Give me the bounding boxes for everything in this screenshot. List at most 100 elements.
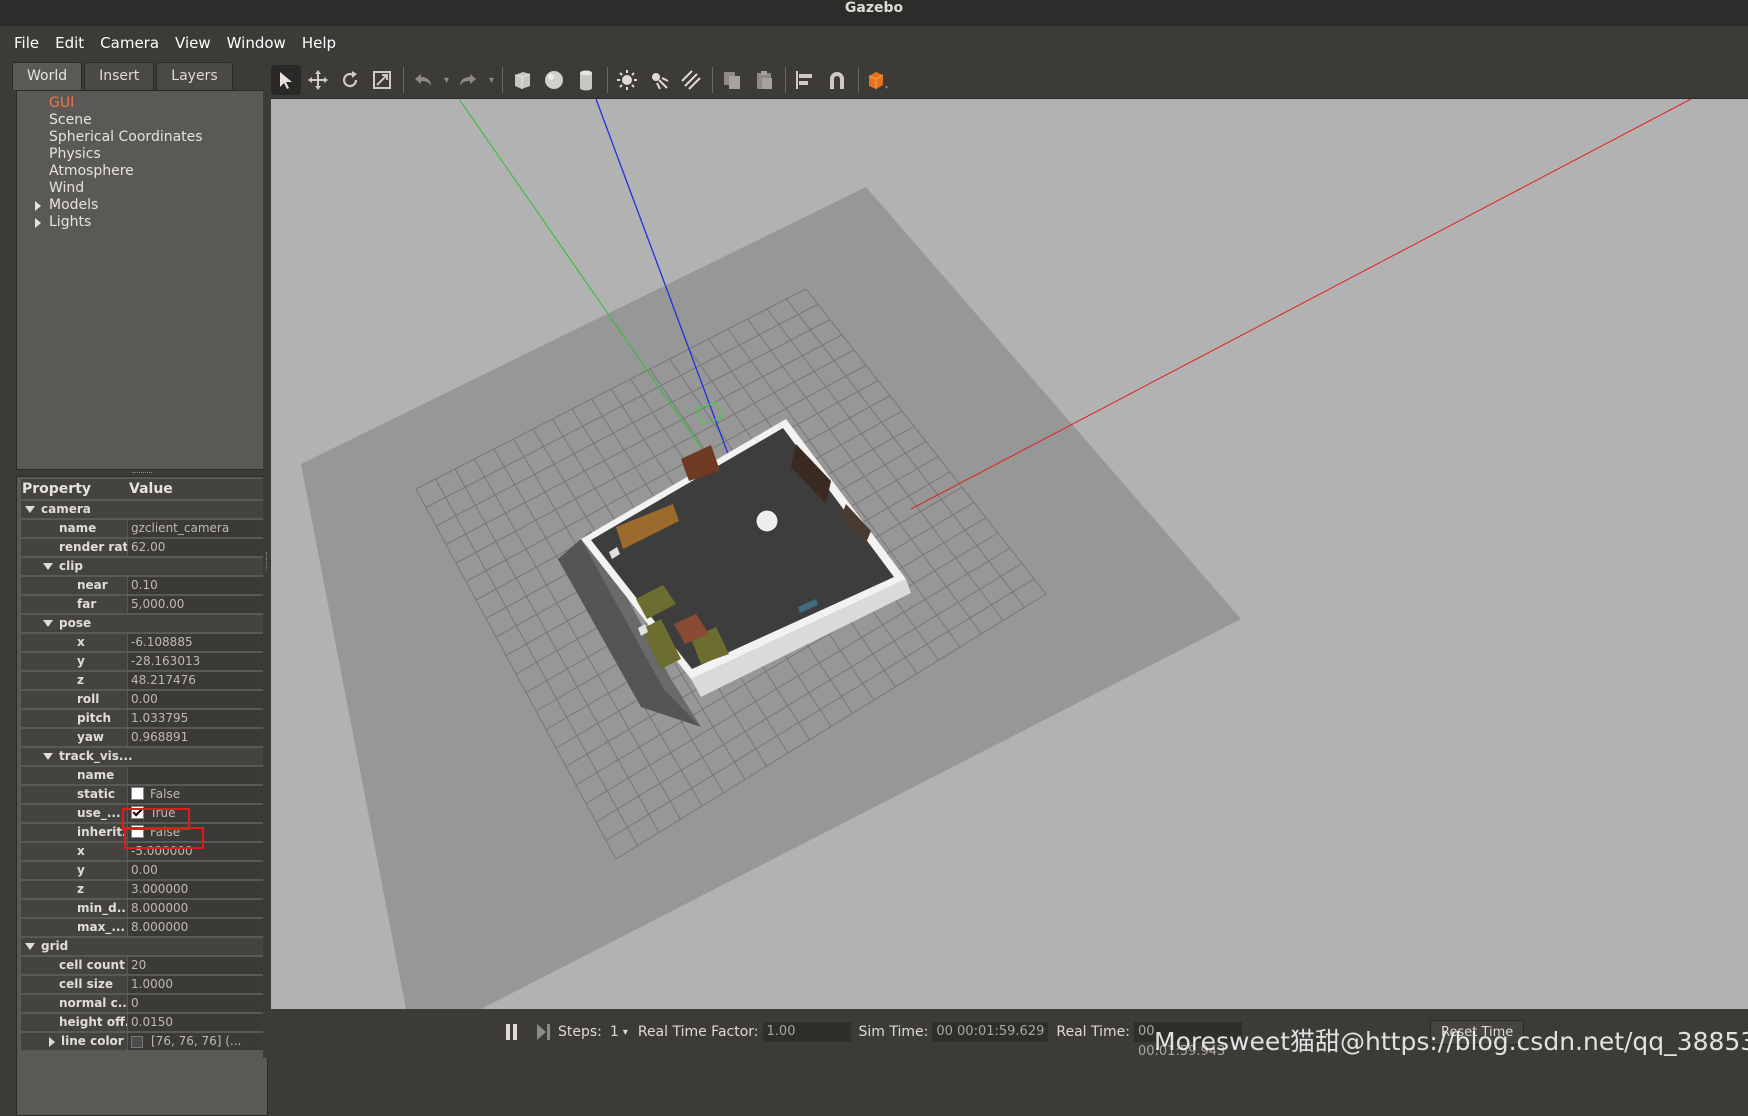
- align-icon[interactable]: [790, 65, 820, 95]
- tree-item-wind[interactable]: Wind: [17, 180, 267, 197]
- step-icon[interactable]: [537, 1024, 550, 1040]
- prop-value-max-dist[interactable]: 8.000000: [128, 919, 263, 936]
- prop-key: line color: [61, 1034, 124, 1048]
- expand-arrow-icon[interactable]: [35, 201, 41, 211]
- tree-item-atmosphere[interactable]: Atmosphere: [17, 163, 267, 180]
- point-light-icon[interactable]: [612, 65, 642, 95]
- tree-item-lights[interactable]: Lights: [17, 214, 267, 231]
- prop-value-name[interactable]: gzclient_camera: [128, 520, 263, 537]
- toolbar: ▾ ▾: [271, 62, 1748, 99]
- expand-arrow-icon[interactable]: [49, 1036, 55, 1047]
- toolbar-separator: [785, 67, 787, 93]
- rotate-icon[interactable]: [335, 65, 365, 95]
- prop-value-y[interactable]: -28.163013: [128, 653, 263, 670]
- directional-light-icon[interactable]: [676, 65, 706, 95]
- menu-edit[interactable]: Edit: [55, 34, 84, 52]
- prop-row-normal: normal c... 0: [21, 995, 263, 1012]
- splitter-handle[interactable]: [132, 472, 152, 475]
- prop-value-normal[interactable]: 0: [128, 995, 263, 1012]
- collapse-arrow-icon[interactable]: [25, 506, 35, 513]
- section-clip[interactable]: clip: [21, 558, 263, 575]
- tree-item-label: Lights: [49, 214, 92, 230]
- prop-value-near[interactable]: 0.10: [128, 577, 263, 594]
- collapse-arrow-icon[interactable]: [43, 753, 53, 760]
- prop-value-roll[interactable]: 0.00: [128, 691, 263, 708]
- vertical-splitter[interactable]: [263, 62, 271, 1058]
- prop-value-min-dist[interactable]: 8.000000: [128, 900, 263, 917]
- box-icon[interactable]: [507, 65, 537, 95]
- collapse-arrow-icon[interactable]: [43, 620, 53, 627]
- prop-value-track-z[interactable]: 3.000000: [128, 881, 263, 898]
- menu-help[interactable]: Help: [302, 34, 336, 52]
- value-column-header: Value: [129, 481, 173, 497]
- prop-value-track-name[interactable]: [128, 767, 263, 784]
- scene-canvas[interactable]: [271, 99, 1748, 1009]
- 3d-viewport[interactable]: [271, 99, 1748, 1009]
- tree-item-physics[interactable]: Physics: [17, 146, 267, 163]
- prop-value-x[interactable]: -6.108885: [128, 634, 263, 651]
- prop-value-yaw[interactable]: 0.968891: [128, 729, 263, 746]
- snap-icon[interactable]: [822, 65, 852, 95]
- steps-dropdown-icon[interactable]: ▾: [623, 1027, 628, 1038]
- prop-value-pitch[interactable]: 1.033795: [128, 710, 263, 727]
- cylinder-icon[interactable]: [571, 65, 601, 95]
- x-axis-line: [910, 99, 1692, 510]
- section-track-visual[interactable]: track_vis...: [21, 748, 263, 765]
- prop-row-height-offset: height off...0.0150: [21, 1014, 263, 1031]
- tree-item-scene[interactable]: Scene: [17, 112, 267, 129]
- prop-value-cell-count[interactable]: 20: [128, 957, 263, 974]
- view-angle-icon[interactable]: [863, 65, 893, 95]
- prop-key: name: [21, 767, 127, 784]
- prop-value-height-offset[interactable]: 0.0150: [128, 1014, 263, 1031]
- redo-dropdown-icon[interactable]: ▾: [489, 75, 494, 86]
- sim-time-value: 00 00:01:59.629: [932, 1022, 1049, 1042]
- pause-icon[interactable]: [506, 1024, 517, 1040]
- menu-file[interactable]: File: [14, 34, 39, 52]
- menu-window[interactable]: Window: [227, 34, 286, 52]
- select-icon[interactable]: [271, 65, 301, 95]
- section-grid[interactable]: grid: [21, 938, 263, 955]
- translate-icon[interactable]: [303, 65, 333, 95]
- prop-value-render-rate[interactable]: 62.00: [128, 539, 263, 556]
- section-pose[interactable]: pose: [21, 615, 263, 632]
- prop-value-static[interactable]: False: [128, 786, 263, 803]
- redo-icon[interactable]: [453, 65, 483, 95]
- sphere-icon[interactable]: [539, 65, 569, 95]
- expand-arrow-icon[interactable]: [35, 218, 41, 228]
- menu-view[interactable]: View: [175, 34, 211, 52]
- prop-value-cell-size[interactable]: 1.0000: [128, 976, 263, 993]
- toolbar-separator: [403, 67, 404, 93]
- undo-dropdown-icon[interactable]: ▾: [444, 75, 449, 86]
- color-swatch[interactable]: [131, 1035, 143, 1048]
- splitter-grip[interactable]: [266, 552, 269, 570]
- prop-value-track-y[interactable]: 0.00: [128, 862, 263, 879]
- property-column-header: Property: [22, 481, 92, 497]
- tree-item-spherical-coordinates[interactable]: Spherical Coordinates: [17, 129, 267, 146]
- scale-icon[interactable]: [367, 65, 397, 95]
- static-checkbox[interactable]: [131, 787, 144, 800]
- spot-light-icon[interactable]: [644, 65, 674, 95]
- prop-key: y: [21, 862, 127, 879]
- menu-camera[interactable]: Camera: [100, 34, 159, 52]
- copy-icon[interactable]: [717, 65, 747, 95]
- paste-icon[interactable]: [749, 65, 779, 95]
- prop-row-roll: roll 0.00: [21, 691, 263, 708]
- prop-value-z[interactable]: 48.217476: [128, 672, 263, 689]
- steps-value[interactable]: 1: [610, 1024, 619, 1040]
- tab-insert[interactable]: Insert: [84, 62, 155, 90]
- undo-icon[interactable]: [408, 65, 438, 95]
- collapse-arrow-icon[interactable]: [43, 563, 53, 570]
- prop-row-min-dist: min_d... 8.000000: [21, 900, 263, 917]
- tree-item-gui[interactable]: GUI: [17, 95, 267, 112]
- prop-value-line-color[interactable]: [76, 76, 76] (...: [128, 1033, 263, 1050]
- section-camera[interactable]: camera: [21, 501, 263, 518]
- tab-world[interactable]: World: [12, 62, 83, 90]
- tree-item-models[interactable]: Models: [17, 197, 267, 214]
- tab-layers[interactable]: Layers: [156, 62, 233, 90]
- prop-row-pitch: pitch 1.033795: [21, 710, 263, 727]
- prop-row-x: x -6.108885: [21, 634, 263, 651]
- collapse-arrow-icon[interactable]: [25, 943, 35, 950]
- prop-row-max-dist: max_... 8.000000: [21, 919, 263, 936]
- prop-key: cell count: [21, 957, 127, 974]
- prop-value-far[interactable]: 5,000.00: [128, 596, 263, 613]
